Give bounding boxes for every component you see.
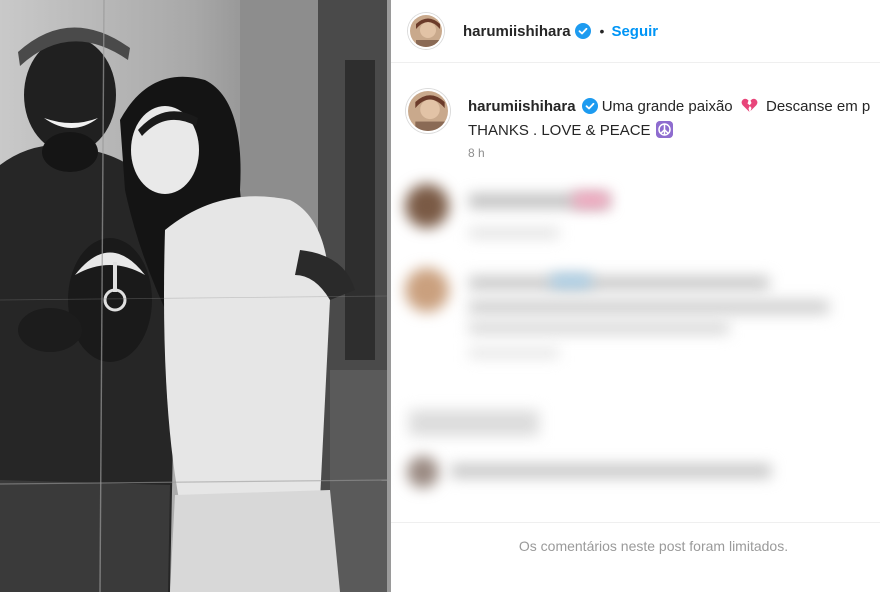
caption-username[interactable]: harumiishihara xyxy=(468,98,576,115)
caption-line1: Uma grande paixão xyxy=(601,98,733,115)
header-separator: • xyxy=(599,23,605,39)
header-divider xyxy=(391,62,880,63)
post-timestamp[interactable]: 8 h xyxy=(468,146,485,160)
blurred-comment-line xyxy=(573,192,609,208)
post-header: harumiishihara • Seguir xyxy=(391,0,880,62)
caption-text: harumiishihara Uma grande paixão Descans… xyxy=(468,95,880,143)
follow-button[interactable]: Seguir xyxy=(611,23,658,40)
blurred-comment-line xyxy=(469,228,559,238)
header-avatar[interactable] xyxy=(408,13,444,49)
blurred-comment-line xyxy=(451,464,771,478)
photo-image xyxy=(0,0,387,592)
broken-heart-icon xyxy=(741,98,758,112)
comments-limited-notice: Os comentários neste post foram limitado… xyxy=(518,538,789,554)
blurred-comment-line xyxy=(469,300,829,314)
blurred-comment-avatar xyxy=(405,184,449,228)
peace-symbol-icon xyxy=(655,121,673,138)
caption-verified-badge-icon xyxy=(581,98,598,114)
blurred-action-icons xyxy=(409,410,539,436)
blurred-comment-avatar xyxy=(407,456,439,488)
caption-avatar[interactable] xyxy=(406,89,450,133)
blurred-comment-line xyxy=(469,322,729,334)
comments-divider xyxy=(391,522,880,523)
blurred-comments xyxy=(391,172,880,522)
caption-line1-tail: Descanse em p xyxy=(765,98,871,115)
post-photo[interactable] xyxy=(0,0,387,592)
blurred-comment-avatar xyxy=(405,268,449,312)
post-side-panel: harumiishihara • Seguir harumiishihara U… xyxy=(391,0,880,592)
blurred-comment-line xyxy=(469,276,769,290)
blurred-comment-line xyxy=(469,348,559,358)
verified-badge-icon xyxy=(574,23,591,39)
blurred-comment-line xyxy=(551,274,591,288)
header-username[interactable]: harumiishihara xyxy=(463,23,571,40)
caption-line2: THANKS . LOVE & PEACE xyxy=(468,122,651,139)
